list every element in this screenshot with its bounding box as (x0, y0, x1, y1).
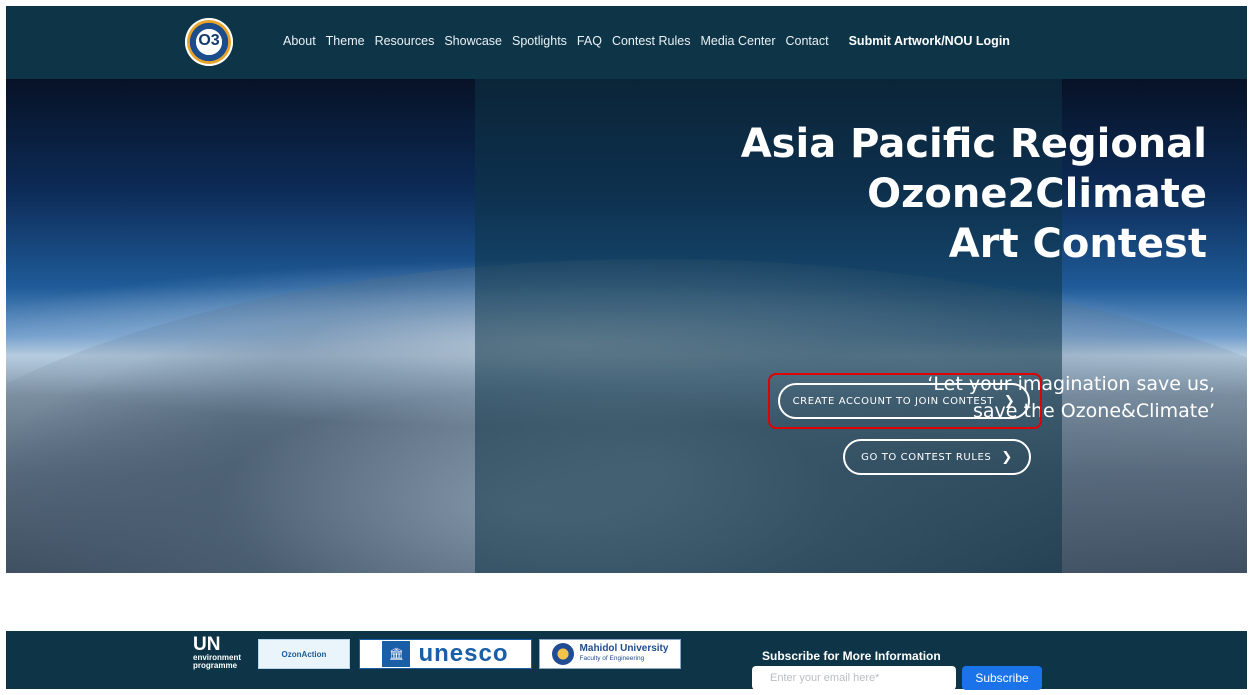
hero-title-line-2: Ozone2Climate (867, 171, 1207, 217)
main-nav: About Theme Resources Showcase Spotlight… (283, 34, 1020, 48)
nav-media-center[interactable]: Media Center (700, 34, 775, 48)
hero-title: Asia Pacific Regional Ozone2Climate Art … (687, 119, 1207, 269)
create-account-label: CREATE ACCOUNT TO JOIN CONTEST (792, 395, 994, 407)
nav-about[interactable]: About (283, 34, 316, 48)
create-account-button[interactable]: CREATE ACCOUNT TO JOIN CONTEST ❯ (778, 383, 1030, 419)
university-seal-icon (551, 643, 574, 665)
logo-text: O3 (198, 32, 220, 49)
un-logo-text: UN (193, 634, 221, 655)
hero-title-line-3: Art Contest (948, 221, 1207, 267)
un-logo-line-2: programme (193, 661, 238, 670)
nav-contest-rules[interactable]: Contest Rules (612, 34, 691, 48)
nav-theme[interactable]: Theme (326, 34, 365, 48)
mahidol-logo[interactable]: Mahidol University Faculty of Engineerin… (539, 639, 681, 669)
page: O3 About Theme Resources Showcase Spotli… (6, 6, 1247, 690)
subscribe-title: Subscribe for More Information (762, 649, 941, 663)
hero-title-line-1: Asia Pacific Regional (740, 121, 1207, 167)
chevron-right-icon: ❯ (1001, 449, 1013, 465)
mahidol-faculty: Faculty of Engineering (579, 655, 645, 662)
ozonaction-text: OzonAction (281, 649, 327, 659)
nav-spotlights[interactable]: Spotlights (512, 34, 567, 48)
nav-resources[interactable]: Resources (375, 34, 435, 48)
subscribe-button[interactable]: Subscribe (962, 666, 1042, 690)
unesco-text: unesco (418, 640, 509, 667)
mahidol-name: Mahidol University (579, 643, 669, 654)
nav-showcase[interactable]: Showcase (444, 34, 502, 48)
contest-rules-label: GO TO CONTEST RULES (861, 451, 992, 463)
unesco-logo[interactable]: 🏛 unesco (359, 639, 532, 669)
ozone2climate-logo[interactable]: O3 (185, 18, 233, 66)
nav-submit-login[interactable]: Submit Artwork/NOU Login (849, 34, 1010, 48)
contest-rules-button[interactable]: GO TO CONTEST RULES ❯ (843, 439, 1031, 475)
nav-contact[interactable]: Contact (786, 34, 829, 48)
footer-bar: UN environment programme OzonAction 🏛 un… (6, 631, 1247, 690)
hero-banner: Asia Pacific Regional Ozone2Climate Art … (6, 79, 1247, 573)
top-navigation-bar: O3 About Theme Resources Showcase Spotli… (6, 6, 1247, 79)
nav-faq[interactable]: FAQ (577, 34, 602, 48)
ozonaction-logo[interactable]: OzonAction (258, 639, 350, 669)
email-input[interactable] (752, 666, 956, 690)
temple-icon: 🏛 (382, 641, 411, 667)
chevron-right-icon: ❯ (1003, 393, 1016, 409)
un-environment-logo[interactable]: UN environment programme (193, 635, 241, 670)
